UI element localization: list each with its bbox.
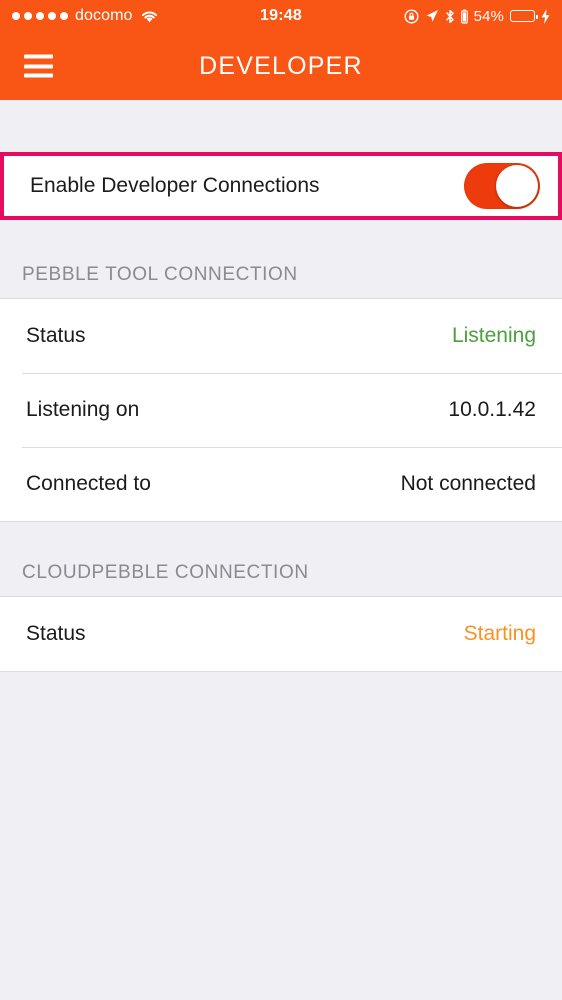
carrier-name: docomo xyxy=(75,7,133,24)
lightning-bolt-icon xyxy=(541,8,550,24)
list-item[interactable]: Connected to Not connected xyxy=(0,447,562,521)
list-item[interactable]: Status Listening xyxy=(0,299,562,373)
list-item[interactable]: Status Starting xyxy=(0,597,562,671)
status-bar-right: 54% xyxy=(404,8,550,25)
signal-strength-icon xyxy=(12,12,68,20)
battery-percentage: 54% xyxy=(473,7,504,25)
row-label: Listening on xyxy=(26,398,140,421)
bluetooth-battery-icon xyxy=(460,9,468,24)
enable-developer-connections-toggle[interactable] xyxy=(464,163,540,209)
bluetooth-icon xyxy=(445,9,455,24)
location-arrow-icon xyxy=(425,9,439,23)
battery-icon xyxy=(510,10,538,22)
status-bar-left: docomo xyxy=(12,7,159,25)
row-value-status: Starting xyxy=(463,622,536,645)
status-bar: docomo 19:48 54% xyxy=(0,0,562,32)
pebble-tool-connection-list: Status Listening Listening on 10.0.1.42 … xyxy=(0,298,562,522)
top-spacer xyxy=(0,100,562,152)
wifi-icon xyxy=(140,9,159,23)
list-item[interactable]: Listening on 10.0.1.42 xyxy=(0,373,562,447)
hamburger-menu-icon[interactable] xyxy=(24,54,53,78)
toggle-knob xyxy=(496,165,538,207)
section-header-pebble-tool: PEBBLE TOOL CONNECTION xyxy=(0,220,562,298)
enable-developer-connections-label: Enable Developer Connections xyxy=(30,174,320,197)
navigation-bar: DEVELOPER xyxy=(0,32,562,100)
rotation-lock-icon xyxy=(404,8,419,24)
row-value-connected-to: Not connected xyxy=(400,472,536,495)
section-header-cloudpebble: CLOUDPEBBLE CONNECTION xyxy=(0,522,562,596)
row-label: Status xyxy=(26,324,86,347)
row-label: Status xyxy=(26,622,86,645)
enable-developer-connections-row[interactable]: Enable Developer Connections xyxy=(0,152,562,220)
settings-content: Enable Developer Connections PEBBLE TOOL… xyxy=(0,100,562,1000)
page-title: DEVELOPER xyxy=(199,51,363,80)
row-label: Connected to xyxy=(26,472,151,495)
row-value-status: Listening xyxy=(451,324,536,347)
row-value-listening-on: 10.0.1.42 xyxy=(448,398,536,421)
cloudpebble-connection-list: Status Starting xyxy=(0,596,562,672)
